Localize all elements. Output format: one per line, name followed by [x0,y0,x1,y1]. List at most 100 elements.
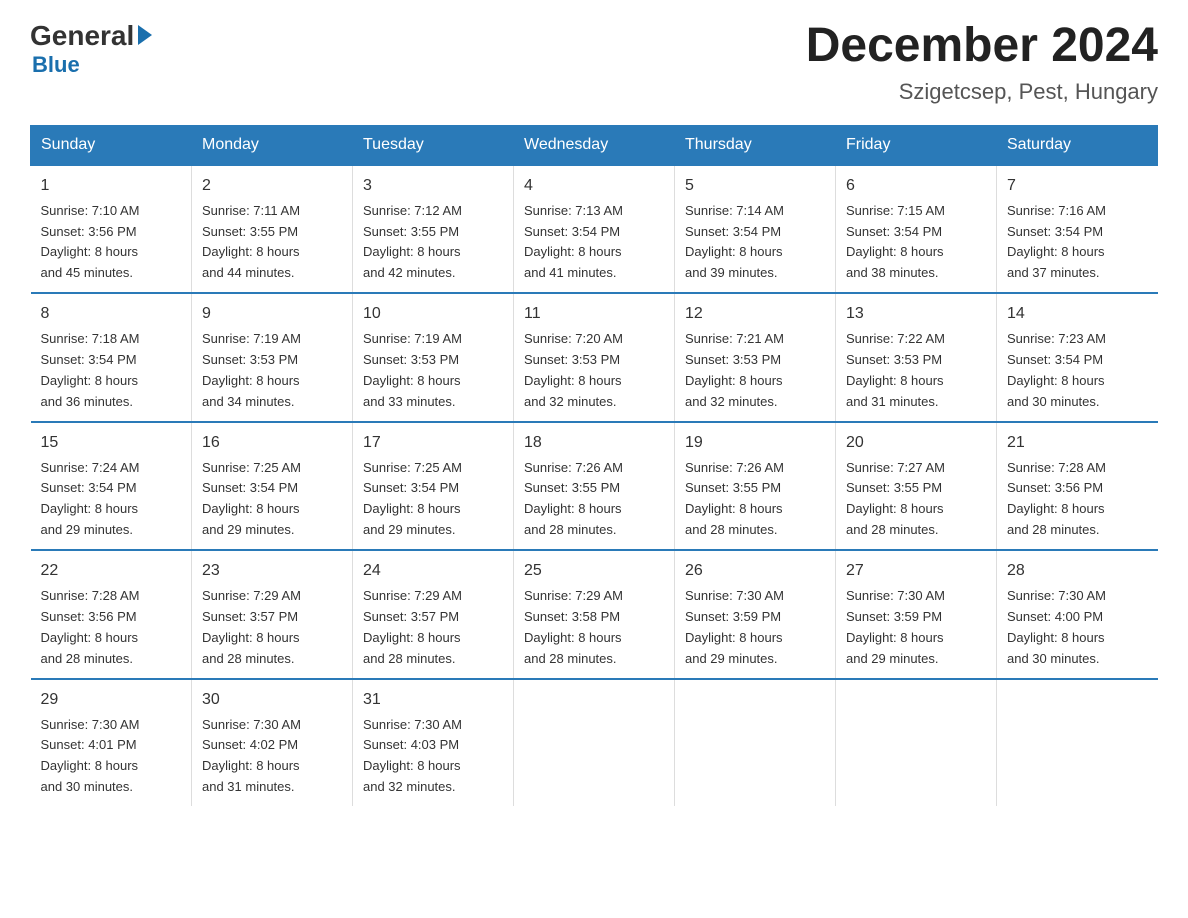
day-info: Sunrise: 7:19 AMSunset: 3:53 PMDaylight:… [202,331,301,409]
day-number: 25 [524,559,664,584]
table-row: 7 Sunrise: 7:16 AMSunset: 3:54 PMDayligh… [997,165,1158,293]
day-number: 12 [685,302,825,327]
day-number: 10 [363,302,503,327]
day-info: Sunrise: 7:30 AMSunset: 4:01 PMDaylight:… [41,717,140,795]
day-number: 17 [363,431,503,456]
day-info: Sunrise: 7:30 AMSunset: 3:59 PMDaylight:… [846,588,945,666]
day-info: Sunrise: 7:22 AMSunset: 3:53 PMDaylight:… [846,331,945,409]
day-info: Sunrise: 7:30 AMSunset: 3:59 PMDaylight:… [685,588,784,666]
day-number: 7 [1007,174,1148,199]
day-number: 14 [1007,302,1148,327]
header-saturday: Saturday [997,125,1158,165]
day-number: 24 [363,559,503,584]
day-info: Sunrise: 7:29 AMSunset: 3:57 PMDaylight:… [202,588,301,666]
day-info: Sunrise: 7:30 AMSunset: 4:03 PMDaylight:… [363,717,462,795]
day-number: 4 [524,174,664,199]
calendar-week-row: 8 Sunrise: 7:18 AMSunset: 3:54 PMDayligh… [31,293,1158,421]
page-header: General Blue December 2024 Szigetcsep, P… [30,20,1158,105]
table-row: 22 Sunrise: 7:28 AMSunset: 3:56 PMDaylig… [31,550,192,678]
calendar-week-row: 22 Sunrise: 7:28 AMSunset: 3:56 PMDaylig… [31,550,1158,678]
logo: General Blue [30,20,152,78]
day-info: Sunrise: 7:18 AMSunset: 3:54 PMDaylight:… [41,331,140,409]
table-row: 15 Sunrise: 7:24 AMSunset: 3:54 PMDaylig… [31,422,192,550]
table-row: 29 Sunrise: 7:30 AMSunset: 4:01 PMDaylig… [31,679,192,806]
table-row: 16 Sunrise: 7:25 AMSunset: 3:54 PMDaylig… [192,422,353,550]
table-row: 11 Sunrise: 7:20 AMSunset: 3:53 PMDaylig… [514,293,675,421]
day-number: 6 [846,174,986,199]
header-tuesday: Tuesday [353,125,514,165]
table-row: 10 Sunrise: 7:19 AMSunset: 3:53 PMDaylig… [353,293,514,421]
table-row: 23 Sunrise: 7:29 AMSunset: 3:57 PMDaylig… [192,550,353,678]
day-number: 11 [524,302,664,327]
table-row: 31 Sunrise: 7:30 AMSunset: 4:03 PMDaylig… [353,679,514,806]
header-thursday: Thursday [675,125,836,165]
day-number: 29 [41,688,182,713]
day-number: 16 [202,431,342,456]
day-number: 9 [202,302,342,327]
day-number: 8 [41,302,182,327]
header-wednesday: Wednesday [514,125,675,165]
table-row: 20 Sunrise: 7:27 AMSunset: 3:55 PMDaylig… [836,422,997,550]
day-number: 13 [846,302,986,327]
logo-general: General [30,20,152,52]
day-number: 31 [363,688,503,713]
logo-arrow-icon [138,25,152,45]
table-row: 4 Sunrise: 7:13 AMSunset: 3:54 PMDayligh… [514,165,675,293]
table-row: 28 Sunrise: 7:30 AMSunset: 4:00 PMDaylig… [997,550,1158,678]
day-number: 3 [363,174,503,199]
table-row: 30 Sunrise: 7:30 AMSunset: 4:02 PMDaylig… [192,679,353,806]
table-row: 17 Sunrise: 7:25 AMSunset: 3:54 PMDaylig… [353,422,514,550]
header-sunday: Sunday [31,125,192,165]
day-info: Sunrise: 7:14 AMSunset: 3:54 PMDaylight:… [685,203,784,281]
day-info: Sunrise: 7:20 AMSunset: 3:53 PMDaylight:… [524,331,623,409]
table-row: 8 Sunrise: 7:18 AMSunset: 3:54 PMDayligh… [31,293,192,421]
day-number: 27 [846,559,986,584]
day-info: Sunrise: 7:23 AMSunset: 3:54 PMDaylight:… [1007,331,1106,409]
table-row [514,679,675,806]
calendar-body: 1 Sunrise: 7:10 AMSunset: 3:56 PMDayligh… [31,165,1158,806]
table-row: 5 Sunrise: 7:14 AMSunset: 3:54 PMDayligh… [675,165,836,293]
table-row: 27 Sunrise: 7:30 AMSunset: 3:59 PMDaylig… [836,550,997,678]
day-info: Sunrise: 7:29 AMSunset: 3:58 PMDaylight:… [524,588,623,666]
day-info: Sunrise: 7:19 AMSunset: 3:53 PMDaylight:… [363,331,462,409]
table-row: 2 Sunrise: 7:11 AMSunset: 3:55 PMDayligh… [192,165,353,293]
day-number: 15 [41,431,182,456]
day-number: 20 [846,431,986,456]
title-block: December 2024 Szigetcsep, Pest, Hungary [806,20,1158,105]
day-number: 2 [202,174,342,199]
day-info: Sunrise: 7:26 AMSunset: 3:55 PMDaylight:… [524,460,623,538]
day-number: 30 [202,688,342,713]
day-number: 18 [524,431,664,456]
day-number: 19 [685,431,825,456]
day-info: Sunrise: 7:25 AMSunset: 3:54 PMDaylight:… [202,460,301,538]
calendar-week-row: 29 Sunrise: 7:30 AMSunset: 4:01 PMDaylig… [31,679,1158,806]
calendar-header: Sunday Monday Tuesday Wednesday Thursday… [31,125,1158,165]
day-info: Sunrise: 7:10 AMSunset: 3:56 PMDaylight:… [41,203,140,281]
day-number: 22 [41,559,182,584]
header-row: Sunday Monday Tuesday Wednesday Thursday… [31,125,1158,165]
day-number: 5 [685,174,825,199]
day-info: Sunrise: 7:29 AMSunset: 3:57 PMDaylight:… [363,588,462,666]
table-row: 14 Sunrise: 7:23 AMSunset: 3:54 PMDaylig… [997,293,1158,421]
logo-general-text: General [30,20,134,52]
table-row: 21 Sunrise: 7:28 AMSunset: 3:56 PMDaylig… [997,422,1158,550]
day-info: Sunrise: 7:13 AMSunset: 3:54 PMDaylight:… [524,203,623,281]
day-number: 21 [1007,431,1148,456]
day-info: Sunrise: 7:30 AMSunset: 4:02 PMDaylight:… [202,717,301,795]
table-row: 1 Sunrise: 7:10 AMSunset: 3:56 PMDayligh… [31,165,192,293]
day-info: Sunrise: 7:26 AMSunset: 3:55 PMDaylight:… [685,460,784,538]
calendar-week-row: 1 Sunrise: 7:10 AMSunset: 3:56 PMDayligh… [31,165,1158,293]
header-friday: Friday [836,125,997,165]
day-info: Sunrise: 7:27 AMSunset: 3:55 PMDaylight:… [846,460,945,538]
calendar-subtitle: Szigetcsep, Pest, Hungary [806,79,1158,105]
calendar-title: December 2024 [806,20,1158,73]
day-info: Sunrise: 7:11 AMSunset: 3:55 PMDaylight:… [202,203,300,281]
day-number: 28 [1007,559,1148,584]
header-monday: Monday [192,125,353,165]
day-info: Sunrise: 7:16 AMSunset: 3:54 PMDaylight:… [1007,203,1106,281]
day-info: Sunrise: 7:30 AMSunset: 4:00 PMDaylight:… [1007,588,1106,666]
day-info: Sunrise: 7:28 AMSunset: 3:56 PMDaylight:… [1007,460,1106,538]
day-info: Sunrise: 7:25 AMSunset: 3:54 PMDaylight:… [363,460,462,538]
day-info: Sunrise: 7:12 AMSunset: 3:55 PMDaylight:… [363,203,462,281]
day-info: Sunrise: 7:21 AMSunset: 3:53 PMDaylight:… [685,331,784,409]
